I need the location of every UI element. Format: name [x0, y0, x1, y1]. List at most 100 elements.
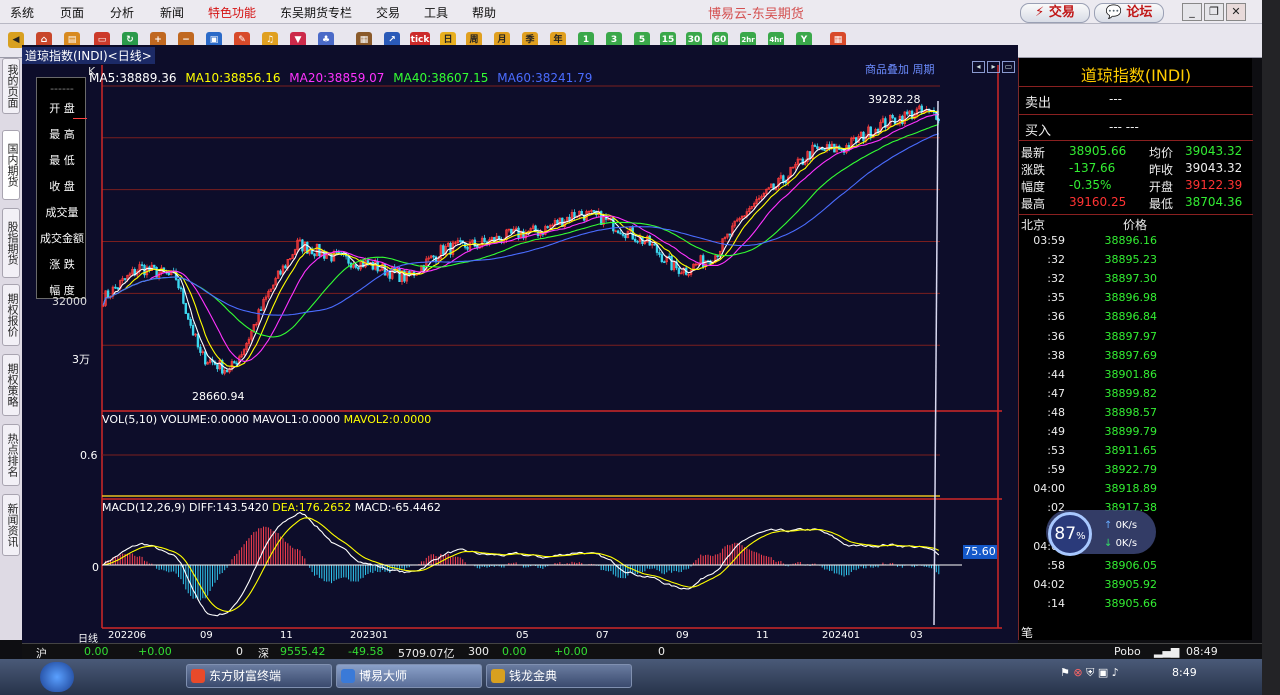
net-upload: ↑ 0K/s: [1104, 520, 1137, 531]
tick-price: 38905.66: [1104, 596, 1158, 610]
close-button[interactable]: ✕: [1226, 3, 1246, 21]
tick-header-time: 北京: [1021, 218, 1046, 232]
candle-body: [592, 210, 596, 212]
tick-time: 03:59: [1033, 234, 1065, 247]
tick-time: :14: [1047, 596, 1065, 610]
info-close: 收 盘: [49, 180, 75, 193]
vol-label-mavol2: MAVOL2:0.0000: [343, 413, 432, 426]
windows-start-icon[interactable]: [40, 662, 74, 692]
info-low: 最 低: [49, 154, 75, 167]
menu-trade[interactable]: 交易: [376, 4, 400, 21]
tab-news[interactable]: 新闻资讯: [2, 494, 20, 556]
info-change: 涨 跌: [49, 258, 75, 271]
tab-domestic-futures[interactable]: 国内期货: [2, 130, 20, 200]
speech-bubble-icon: 💬: [1105, 5, 1122, 20]
tick-price: 38922.79: [1104, 463, 1158, 477]
candle-body: [891, 115, 894, 119]
status-bar: 沪 0.00 +0.00 0 深 9555.42 -49.58 5709.07亿…: [22, 643, 1262, 660]
status-sz-index: 9555.42: [280, 645, 326, 658]
candle-body: [313, 253, 316, 257]
tick-price: 38897.69: [1104, 348, 1158, 362]
tick-price: 38897.97: [1104, 329, 1158, 343]
candle-body: [823, 149, 826, 151]
x-tick: 202401: [822, 630, 861, 641]
ma5-label: MA5:38889.36: [89, 71, 177, 85]
stat-label: 昨收: [1149, 163, 1174, 177]
kline-chart-svg[interactable]: [22, 45, 1018, 645]
system-tray[interactable]: ⚑ ⊗ ⛨ ▣ ♪: [1060, 666, 1119, 680]
overlay-period-links[interactable]: 商品叠加 周期: [865, 61, 935, 77]
taskbar-app-qianlong[interactable]: 钱龙金典: [486, 664, 632, 688]
macd-current-value: 75.60: [963, 545, 997, 559]
tab-options-quote[interactable]: 期权报价: [2, 284, 20, 346]
candle-body: [114, 286, 117, 289]
stat-value: -137.66: [1069, 161, 1116, 175]
next-icon[interactable]: ▸: [987, 61, 1000, 73]
forum-button[interactable]: 💬 论坛: [1094, 3, 1164, 23]
stat-label: 开盘: [1149, 180, 1174, 194]
x-tick: 03: [910, 630, 923, 641]
info-divider: [73, 118, 87, 119]
expand-icon[interactable]: ▭: [1002, 61, 1015, 73]
tab-options-strategy[interactable]: 期权策略: [2, 354, 20, 416]
tick-row: :36 38897.97: [1019, 330, 1253, 349]
chart-area[interactable]: 道琼指数(INDI)<日线> K MA5:38889.36 MA10:38856…: [22, 45, 1018, 645]
taskbar-app-eastmoney[interactable]: 东方财富终端: [186, 664, 332, 688]
buy-label: 买入: [1025, 124, 1052, 139]
menu-page[interactable]: 页面: [60, 4, 84, 21]
tab-hot-ranking[interactable]: 热点排名: [2, 424, 20, 486]
net-upload-value: 0K/s: [1115, 520, 1138, 531]
restore-button[interactable]: ❐: [1204, 3, 1224, 21]
tab-my-page[interactable]: 我的页面: [2, 58, 20, 114]
candle-body: [167, 272, 170, 276]
tick-time: :58: [1047, 558, 1065, 572]
menu-system[interactable]: 系统: [10, 4, 34, 21]
taskbar-app-label: 博易大师: [359, 669, 408, 683]
candle-body: [357, 267, 360, 270]
net-percent: 87: [1054, 524, 1077, 544]
taskbar-app-boyi[interactable]: 博易大师: [336, 664, 482, 688]
candle-body: [216, 364, 219, 370]
stat-value: 38704.36: [1185, 195, 1243, 209]
candle-body: [259, 309, 263, 311]
monitor-bezel: [1262, 0, 1280, 695]
tray-warning-icon: ⊗: [1073, 666, 1083, 679]
menu-news[interactable]: 新闻: [160, 4, 184, 21]
tab-index-futures[interactable]: 股指期货: [2, 208, 20, 278]
buy-value: --- ---: [1109, 120, 1139, 134]
ma10-label: MA10:38856.16: [185, 71, 281, 85]
menu-special-features[interactable]: 特色功能: [208, 4, 256, 21]
side-tabs: 我的页面 国内期货 股指期货 期权报价 期权策略 热点排名 新闻资讯: [0, 58, 22, 640]
candle-body: [667, 255, 671, 258]
stat-label: 最高: [1021, 197, 1046, 211]
tick-time: :36: [1047, 310, 1065, 324]
prev-icon[interactable]: ◂: [972, 61, 985, 73]
macd-label-dea: DEA:176.2652: [272, 501, 352, 514]
x-tick: 202206: [108, 630, 147, 641]
candle-body: [483, 237, 486, 243]
trade-button[interactable]: ⚡ 交易: [1020, 3, 1090, 23]
tick-row: :53 38911.65: [1019, 444, 1253, 463]
tick-time: :48: [1047, 405, 1065, 419]
candle-body: [191, 325, 195, 336]
tray-volume-icon: ♪: [1111, 666, 1119, 679]
tick-price: 38906.05: [1104, 558, 1158, 572]
window-title: 博易云-东吴期货: [708, 7, 804, 22]
macd-label-diff: MACD(12,26,9) DIFF:143.5420: [102, 501, 273, 514]
tick-row: :47 38899.82: [1019, 387, 1253, 406]
menu-dongwu-column[interactable]: 东吴期货专栏: [280, 4, 352, 21]
status-time: 08:49: [1186, 645, 1218, 658]
tick-time: :49: [1047, 425, 1065, 438]
candle-body: [106, 290, 110, 298]
tick-row: :48 38898.57: [1019, 406, 1253, 425]
download-arrow-icon: ↓: [1104, 538, 1116, 549]
tick-time: :59: [1047, 463, 1065, 477]
x-tick: 11: [756, 630, 769, 641]
menu-help[interactable]: 帮助: [472, 4, 496, 21]
ma20-label: MA20:38859.07: [289, 71, 385, 85]
tick-price: 38896.16: [1104, 234, 1158, 247]
minimize-button[interactable]: _: [1182, 3, 1202, 21]
menu-tools[interactable]: 工具: [424, 4, 448, 21]
candle-body: [189, 319, 192, 326]
menu-analysis[interactable]: 分析: [110, 4, 134, 21]
